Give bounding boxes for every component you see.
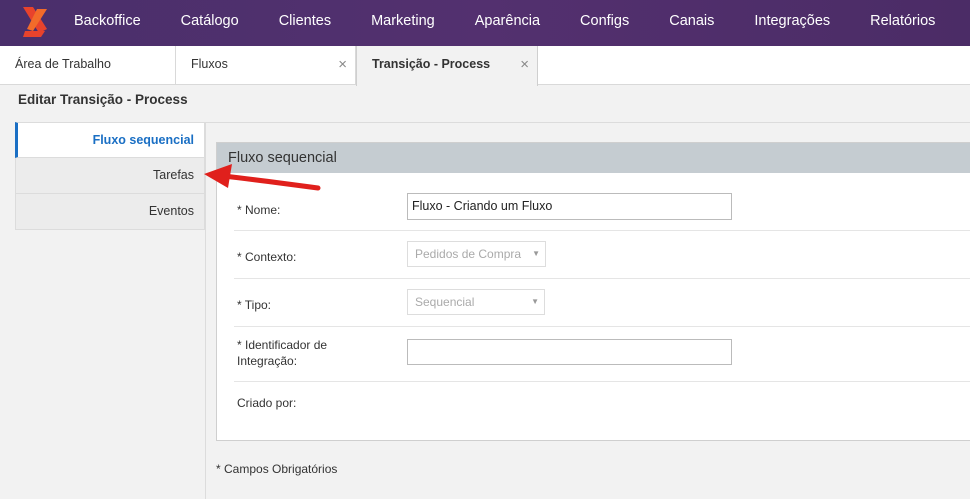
criado-por-label: Criado por:: [237, 396, 297, 410]
nav-item-relatorios[interactable]: Relatórios: [850, 0, 955, 46]
caret-down-icon: ▼: [531, 297, 539, 306]
form-row-tipo: * Tipo: Sequencial ▼: [234, 279, 970, 327]
top-navbar: Backoffice Catálogo Clientes Marketing A…: [0, 0, 970, 46]
divider: [205, 122, 970, 123]
nav-item-integracoes[interactable]: Integrações: [734, 0, 850, 46]
identificador-label-line2: Integração:: [237, 354, 298, 368]
contexto-select[interactable]: Pedidos de Compra ▼: [407, 241, 546, 267]
nome-label: * Nome:: [237, 203, 281, 217]
identificador-input[interactable]: [407, 339, 732, 365]
side-menu: Fluxo sequencial Tarefas Eventos: [15, 122, 205, 230]
brand-logo-icon[interactable]: [19, 5, 51, 39]
nav-item-configs[interactable]: Configs: [560, 0, 649, 46]
identificador-label-line1: * Identificador de: [237, 338, 328, 352]
identificador-label: * Identificador de Integração:: [237, 337, 327, 369]
contexto-value: Pedidos de Compra: [415, 247, 522, 261]
tab-bar: Área de Trabalho Fluxos × Transição - Pr…: [0, 46, 970, 86]
panel-title: Fluxo sequencial: [217, 143, 970, 173]
form-row-nome: * Nome: Fluxo - Criando um Fluxo: [234, 183, 970, 231]
nav-item-aparencia[interactable]: Aparência: [455, 0, 560, 46]
tipo-value: Sequencial: [415, 295, 475, 309]
tab-label: Fluxos: [191, 57, 228, 71]
nav-item-canais[interactable]: Canais: [649, 0, 734, 46]
red-arrow-pointer: [204, 164, 321, 191]
side-item-tarefas[interactable]: Tarefas: [15, 158, 205, 194]
tipo-label: * Tipo:: [237, 298, 272, 312]
form-row-contexto: * Contexto: Pedidos de Compra ▼: [234, 231, 970, 279]
required-fields-note: * Campos Obrigatórios: [216, 462, 338, 476]
close-icon[interactable]: ×: [338, 46, 347, 83]
caret-down-icon: ▼: [532, 249, 540, 258]
side-item-fluxo-sequencial[interactable]: Fluxo sequencial: [15, 122, 205, 158]
nav-item-catalogo[interactable]: Catálogo: [161, 0, 259, 46]
form-row-criado-por: Criado por:: [234, 382, 970, 426]
side-item-eventos[interactable]: Eventos: [15, 194, 205, 230]
page-title: Editar Transição - Process: [18, 92, 188, 107]
tab-transicao-process[interactable]: Transição - Process ×: [356, 46, 538, 86]
tab-label: Área de Trabalho: [15, 57, 111, 71]
main-menu: Backoffice Catálogo Clientes Marketing A…: [56, 0, 955, 46]
tab-label: Transição - Process: [372, 57, 491, 71]
nav-item-marketing[interactable]: Marketing: [351, 0, 455, 46]
form-panel: Fluxo sequencial * Nome: Fluxo - Criando…: [216, 142, 970, 441]
close-icon[interactable]: ×: [520, 46, 529, 83]
nav-item-backoffice[interactable]: Backoffice: [56, 0, 161, 46]
tipo-select[interactable]: Sequencial ▼: [407, 289, 545, 315]
contexto-label: * Contexto:: [237, 250, 297, 264]
tab-fluxos[interactable]: Fluxos ×: [176, 46, 356, 85]
nav-item-clientes[interactable]: Clientes: [259, 0, 351, 46]
form-row-identificador: * Identificador de Integração:: [234, 327, 970, 382]
nome-input[interactable]: Fluxo - Criando um Fluxo: [407, 193, 732, 220]
tab-area-de-trabalho[interactable]: Área de Trabalho: [0, 46, 176, 85]
